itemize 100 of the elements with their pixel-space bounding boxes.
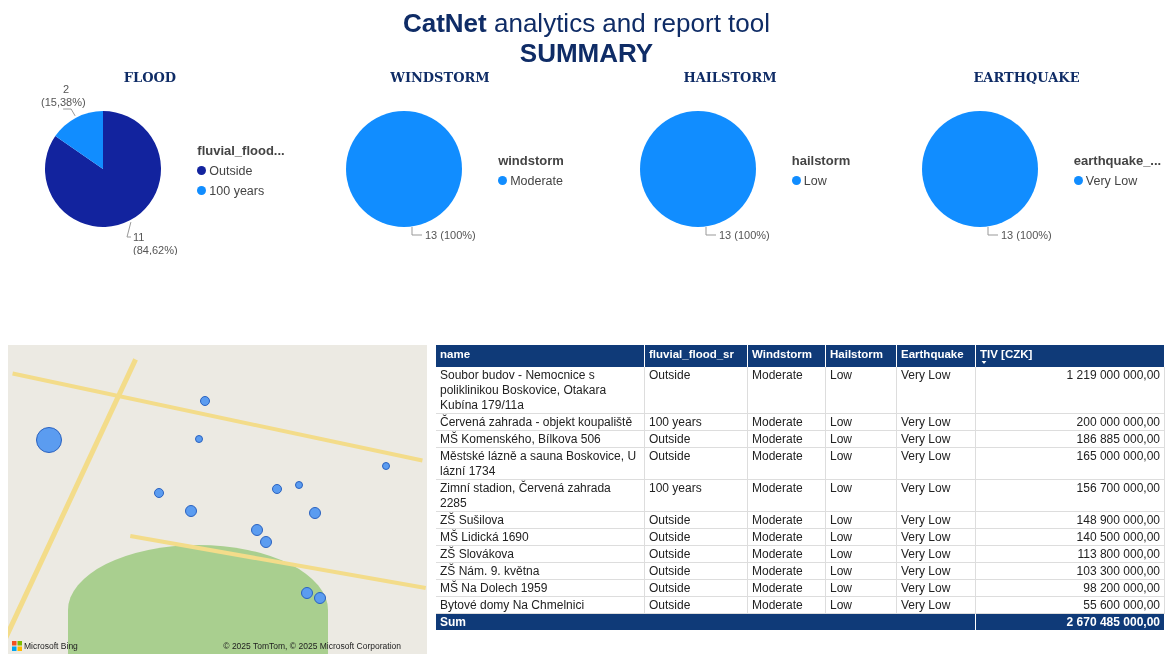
- column-header[interactable]: Earthquake: [897, 345, 976, 367]
- table-cell: Moderate: [748, 480, 826, 512]
- legend-title: fluvial_flood...: [197, 142, 285, 158]
- table-cell: Very Low: [897, 367, 976, 414]
- table-cell: Very Low: [897, 512, 976, 529]
- column-header[interactable]: Hailstorm: [826, 345, 897, 367]
- map-copyright: © 2025 TomTom, © 2025 Microsoft Corporation: [223, 641, 401, 651]
- table-cell: Outside: [645, 563, 748, 580]
- legend-label: Very Low: [1085, 173, 1138, 188]
- table-cell: Very Low: [897, 414, 976, 431]
- table-cell: Very Low: [897, 480, 976, 512]
- table-cell: Low: [826, 512, 897, 529]
- table-cell: 200 000 000,00: [976, 414, 1165, 431]
- chart-title: HAILSTORM: [683, 70, 777, 85]
- table-cell: 98 200 000,00: [976, 580, 1165, 597]
- legend-label: 100 years: [209, 183, 265, 198]
- total-value-cell: 2 670 485 000,00: [976, 614, 1165, 630]
- table-cell: 165 000 000,00: [976, 448, 1165, 480]
- chart-title: WINDSTORM: [390, 70, 490, 85]
- leader-line: [987, 226, 999, 236]
- table-cell: Very Low: [897, 546, 976, 563]
- chart-title: EARTHQUAKE: [973, 70, 1080, 85]
- table-cell: Outside: [645, 448, 748, 480]
- report-title: CatNet analytics and report tool: [402, 8, 771, 38]
- leader-line: [411, 226, 423, 236]
- column-header[interactable]: Windstorm: [748, 345, 826, 367]
- table-cell: Moderate: [748, 414, 826, 431]
- table-cell: Low: [826, 563, 897, 580]
- table-cell: Zimní stadion, Červená zahrada 2285: [436, 480, 645, 512]
- table-cell: 1 219 000 000,00: [976, 367, 1165, 414]
- table-cell: Very Low: [897, 431, 976, 448]
- sort-descending-icon: [980, 361, 988, 364]
- table-cell: Moderate: [748, 367, 826, 414]
- total-label-cell: Sum: [436, 614, 976, 630]
- legend-title: windstorm: [498, 152, 564, 168]
- table-cell: Very Low: [897, 448, 976, 480]
- report-subtitle: SUMMARY: [519, 38, 654, 68]
- map-marker[interactable]: [200, 396, 210, 406]
- table-cell: Moderate: [748, 546, 826, 563]
- map-marker[interactable]: [382, 462, 390, 470]
- map-marker[interactable]: [185, 505, 197, 517]
- column-header[interactable]: TIV [CZK]: [976, 345, 1165, 367]
- table-cell: Low: [826, 529, 897, 546]
- table-cell: Low: [826, 414, 897, 431]
- table-cell: Outside: [645, 580, 748, 597]
- table-cell: ZŠ Nám. 9. května: [436, 563, 645, 580]
- table-cell: Very Low: [897, 580, 976, 597]
- table-cell: Moderate: [748, 580, 826, 597]
- table-cell: Moderate: [748, 512, 826, 529]
- leader-line: [62, 108, 76, 117]
- table-cell: 100 years: [645, 414, 748, 431]
- legend-title: earthquake_...: [1073, 152, 1162, 168]
- table-cell: MŠ Lidická 1690: [436, 529, 645, 546]
- data-label: 2 (15,38%): [41, 85, 86, 108]
- table-cell: Outside: [645, 431, 748, 448]
- map-marker[interactable]: [251, 524, 263, 536]
- map-marker[interactable]: [309, 507, 321, 519]
- map-marker[interactable]: [195, 435, 203, 443]
- map-marker[interactable]: [272, 484, 282, 494]
- legend-label: Moderate: [510, 173, 563, 188]
- table-cell: 156 700 000,00: [976, 480, 1165, 512]
- table-cell: Low: [826, 580, 897, 597]
- table-cell: Outside: [645, 512, 748, 529]
- leader-line: [126, 221, 132, 238]
- table-cell: Outside: [645, 367, 748, 414]
- chart-title: FLOOD: [123, 70, 177, 85]
- table-cell: 148 900 000,00: [976, 512, 1165, 529]
- table-cell: Low: [826, 431, 897, 448]
- data-label: 13 (100%): [718, 229, 770, 241]
- table-cell: 113 800 000,00: [976, 546, 1165, 563]
- table-cell: Outside: [645, 546, 748, 563]
- table-cell: Moderate: [748, 563, 826, 580]
- map-marker[interactable]: [260, 536, 272, 548]
- table-cell: Červená zahrada - objekt koupaliště: [436, 414, 645, 431]
- table-cell: Low: [826, 546, 897, 563]
- map-marker[interactable]: [36, 427, 62, 453]
- column-header[interactable]: fluvial_flood_sr: [645, 345, 748, 367]
- table-cell: MŠ Na Dolech 1959: [436, 580, 645, 597]
- map-placeholder[interactable]: Microsoft Bing © 2025 TomTom, © 2025 Microsoft Corporation: [8, 345, 427, 654]
- column-header[interactable]: name: [436, 345, 645, 367]
- table-cell: Low: [826, 480, 897, 512]
- legend-title: hailstorm: [791, 152, 851, 168]
- table-cell: Low: [826, 367, 897, 414]
- table-cell: ZŠ Slovákova: [436, 546, 645, 563]
- table-cell: Moderate: [748, 529, 826, 546]
- legend-label: Low: [803, 173, 827, 188]
- map-logo-text: Microsoft Bing: [24, 641, 78, 651]
- map-marker[interactable]: [154, 488, 164, 498]
- legend-label: Outside: [209, 163, 253, 178]
- table-cell: MŠ Komenského, Bílkova 506: [436, 431, 645, 448]
- leader-line: [705, 226, 717, 236]
- map-marker[interactable]: [295, 481, 303, 489]
- data-label: 13 (100%): [1000, 229, 1052, 241]
- table-cell: Low: [826, 448, 897, 480]
- logo-icon: [12, 641, 22, 651]
- table-cell: Moderate: [748, 448, 826, 480]
- table-cell: Outside: [645, 529, 748, 546]
- table-cell: Soubor budov - Nemocnice s poliklinikou Boskovice, Otakara Kubína 179/11a: [436, 367, 645, 414]
- table-cell: 100 years: [645, 480, 748, 512]
- table-cell: Very Low: [897, 563, 976, 580]
